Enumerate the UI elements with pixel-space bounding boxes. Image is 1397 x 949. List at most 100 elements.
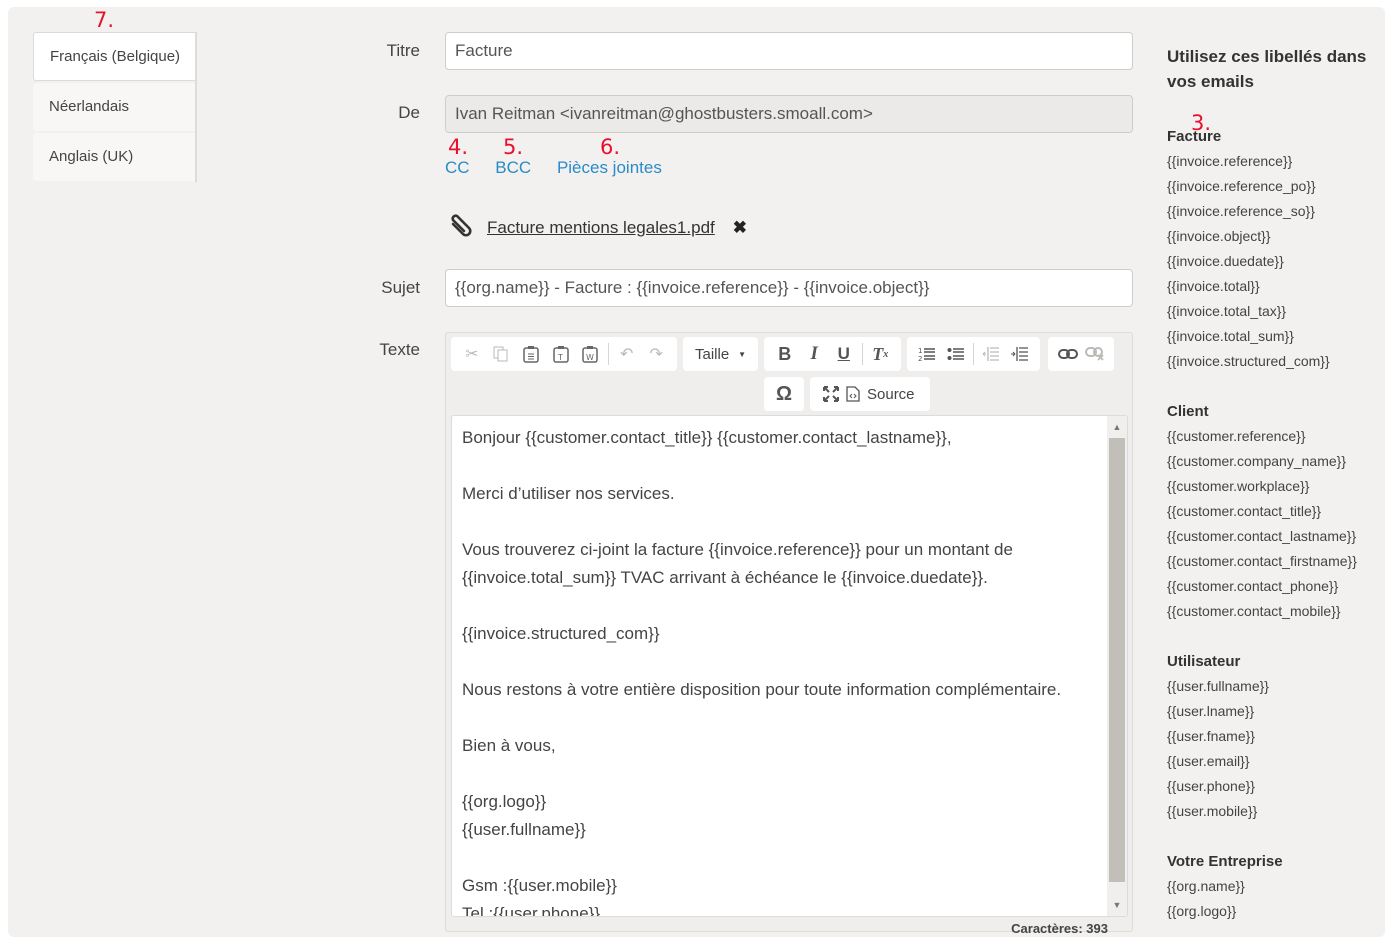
placeholder-tag[interactable]: {{user.fullname}} bbox=[1167, 674, 1377, 699]
svg-text:T: T bbox=[557, 353, 563, 362]
from-label: De bbox=[398, 103, 420, 122]
body-line: Vous trouverez ci-joint la facture {{inv… bbox=[462, 540, 1013, 559]
body-line bbox=[462, 844, 1102, 872]
paperclip-icon bbox=[445, 210, 475, 245]
placeholder-tag[interactable]: {{invoice.duedate}} bbox=[1167, 249, 1377, 274]
attachment-item: Facture mentions legales1.pdf ✖ bbox=[445, 210, 747, 245]
placeholder-tag[interactable]: {{user.phone}} bbox=[1167, 774, 1377, 799]
placeholder-tag[interactable]: {{org.logo}} bbox=[1167, 899, 1377, 924]
placeholder-tag[interactable]: {{customer.contact_title}} bbox=[1167, 499, 1377, 524]
tab-anglais-uk[interactable]: Anglais (UK) bbox=[33, 133, 195, 181]
editor-scrollbar[interactable]: ▲ ▼ bbox=[1107, 416, 1127, 916]
source-button[interactable]: Source bbox=[846, 379, 915, 409]
placeholder-group: Facture {{invoice.reference}} {{invoice.re… bbox=[1167, 124, 1377, 374]
placeholder-tag[interactable]: {{org.name}} bbox=[1167, 874, 1377, 899]
outdent-icon[interactable] bbox=[977, 339, 1006, 369]
clipboard-toolbar-group: ✂ T W ↶ ↷ bbox=[451, 337, 677, 371]
placeholder-tag[interactable]: {{invoice.object}} bbox=[1167, 224, 1377, 249]
placeholder-tag[interactable]: {{user.fname}} bbox=[1167, 724, 1377, 749]
paste-icon[interactable] bbox=[516, 339, 546, 369]
italic-icon[interactable]: I bbox=[800, 339, 830, 369]
body-line: Nous restons à votre entière disposition… bbox=[462, 680, 1062, 699]
email-body-text[interactable]: Bonjour {{customer.contact_title}} {{cus… bbox=[462, 424, 1102, 916]
placeholder-group: Votre Entreprise {{org.name}} {{org.logo}} bbox=[1167, 849, 1377, 924]
email-body-editor[interactable]: Bonjour {{customer.contact_title}} {{cus… bbox=[451, 415, 1128, 917]
tab-neerlandais[interactable]: Néerlandais bbox=[33, 83, 195, 131]
toolbar-separator bbox=[607, 343, 609, 365]
body-line: Bonjour {{customer.contact_title}} {{cus… bbox=[462, 428, 952, 447]
scrollbar-thumb[interactable] bbox=[1109, 438, 1125, 882]
size-dropdown-label: Taille bbox=[695, 345, 730, 363]
list-toolbar-group: 12 bbox=[907, 337, 1040, 371]
body-line bbox=[462, 592, 1102, 620]
unlink-icon[interactable] bbox=[1081, 339, 1108, 369]
scroll-up-icon[interactable]: ▲ bbox=[1107, 422, 1127, 432]
from-input: Ivan Reitman <ivanreitman@ghostbusters.s… bbox=[445, 95, 1133, 133]
body-line: {{invoice.total_sum}} TVAC arrivant à éc… bbox=[462, 568, 988, 587]
placeholder-tag[interactable]: {{invoice.total}} bbox=[1167, 274, 1377, 299]
body-line bbox=[462, 648, 1102, 676]
numbered-list-icon[interactable]: 12 bbox=[913, 339, 942, 369]
subject-label: Sujet bbox=[381, 278, 420, 297]
placeholder-tag[interactable]: {{customer.workplace}} bbox=[1167, 474, 1377, 499]
undo-icon[interactable]: ↶ bbox=[612, 339, 642, 369]
placeholder-tag[interactable]: {{customer.contact_lastname}} bbox=[1167, 524, 1377, 549]
body-line bbox=[462, 704, 1102, 732]
bcc-link[interactable]: BCC bbox=[495, 158, 531, 177]
recipient-links: CC BCC Pièces jointes bbox=[445, 158, 683, 178]
placeholder-tag[interactable]: {{customer.contact_firstname}} bbox=[1167, 549, 1377, 574]
format-toolbar-group: B I U Tx bbox=[764, 337, 901, 371]
remove-format-icon[interactable]: Tx bbox=[865, 339, 895, 369]
size-dropdown[interactable]: Taille ▼ bbox=[683, 337, 758, 371]
source-label: Source bbox=[867, 385, 915, 403]
placeholder-group-title: Utilisateur bbox=[1167, 653, 1241, 670]
body-line: Merci d’utiliser nos services. bbox=[462, 484, 675, 503]
cc-link[interactable]: CC bbox=[445, 158, 470, 177]
placeholder-tag[interactable]: {{customer.contact_mobile}} bbox=[1167, 599, 1377, 624]
placeholder-tag[interactable]: {{invoice.total_tax}} bbox=[1167, 299, 1377, 324]
maximize-icon[interactable] bbox=[816, 379, 846, 409]
toolbar-separator bbox=[861, 343, 863, 365]
tab-francais-belgique[interactable]: Français (Belgique) bbox=[33, 32, 195, 81]
special-char-group: Ω bbox=[764, 377, 804, 411]
language-tabs: Français (Belgique) Néerlandais Anglais … bbox=[33, 32, 197, 182]
special-char-icon[interactable]: Ω bbox=[770, 379, 798, 409]
scroll-down-icon[interactable]: ▼ bbox=[1107, 900, 1127, 910]
toolbar-separator bbox=[973, 343, 974, 365]
body-line bbox=[462, 508, 1102, 536]
placeholder-tag[interactable]: {{customer.contact_phone}} bbox=[1167, 574, 1377, 599]
link-icon[interactable] bbox=[1054, 339, 1081, 369]
body-line: {{user.fullname}} bbox=[462, 820, 586, 839]
close-icon[interactable]: ✖ bbox=[733, 218, 747, 238]
placeholder-tag[interactable]: {{invoice.reference_po}} bbox=[1167, 174, 1377, 199]
caret-down-icon: ▼ bbox=[738, 349, 746, 359]
placeholder-tag[interactable]: {{user.lname}} bbox=[1167, 699, 1377, 724]
placeholder-tag[interactable]: {{invoice.reference_so}} bbox=[1167, 199, 1377, 224]
paste-text-icon[interactable]: T bbox=[546, 339, 576, 369]
copy-icon[interactable] bbox=[487, 339, 517, 369]
cut-icon[interactable]: ✂ bbox=[457, 339, 487, 369]
placeholder-tag[interactable]: {{invoice.total_sum}} bbox=[1167, 324, 1377, 349]
annotation-4: 4. bbox=[448, 135, 469, 159]
indent-icon[interactable] bbox=[1006, 339, 1035, 369]
placeholder-tag[interactable]: {{user.mobile}} bbox=[1167, 799, 1377, 824]
paste-word-icon[interactable]: W bbox=[575, 339, 605, 369]
placeholder-tag[interactable]: {{customer.company_name}} bbox=[1167, 449, 1377, 474]
title-input[interactable]: Facture bbox=[445, 32, 1133, 70]
bold-icon[interactable]: B bbox=[770, 339, 800, 369]
placeholder-tag[interactable]: {{invoice.reference}} bbox=[1167, 149, 1377, 174]
svg-text:2: 2 bbox=[918, 355, 922, 362]
placeholder-tag[interactable]: {{user.email}} bbox=[1167, 749, 1377, 774]
attachment-filename-link[interactable]: Facture mentions legales1.pdf bbox=[487, 218, 715, 238]
body-line: {{invoice.structured_com}} bbox=[462, 624, 660, 643]
redo-icon[interactable]: ↷ bbox=[641, 339, 671, 369]
placeholder-tag[interactable]: {{customer.reference}} bbox=[1167, 424, 1377, 449]
underline-icon[interactable]: U bbox=[829, 339, 859, 369]
body-line: Gsm :{{user.mobile}} bbox=[462, 876, 617, 895]
svg-text:1: 1 bbox=[918, 347, 922, 355]
placeholder-tag[interactable]: {{invoice.structured_com}} bbox=[1167, 349, 1377, 374]
body-line: {{org.logo}} bbox=[462, 792, 547, 811]
subject-input[interactable]: {{org.name}} - Facture : {{invoice.refer… bbox=[445, 269, 1133, 307]
bullet-list-icon[interactable] bbox=[942, 339, 971, 369]
attachments-link[interactable]: Pièces jointes bbox=[557, 158, 662, 177]
